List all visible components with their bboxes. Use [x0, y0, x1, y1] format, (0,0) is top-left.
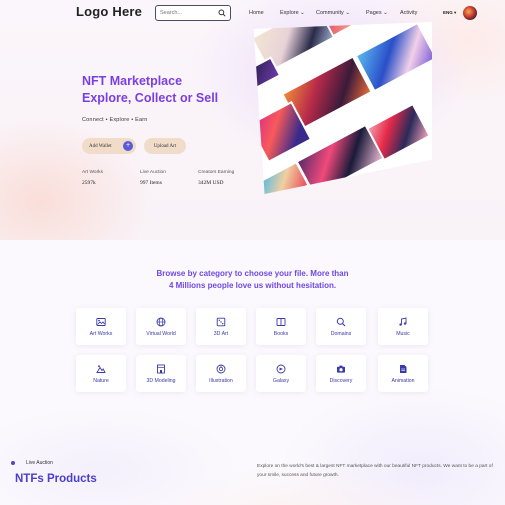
camera-icon — [337, 365, 345, 373]
nav-activity[interactable]: Activity — [400, 10, 417, 16]
category-label: 3D Modeling — [146, 377, 176, 384]
nav-community[interactable]: Community ⌄ — [316, 10, 350, 16]
stat-label-artworks: Art Works — [82, 170, 103, 175]
chevron-down-icon: ⌄ — [381, 10, 388, 16]
category-animation[interactable]: Animation — [378, 355, 428, 392]
upload-art-button[interactable]: Upload Art — [144, 138, 186, 154]
galaxy-icon — [276, 364, 286, 373]
avatar[interactable] — [463, 6, 477, 20]
category-galaxy[interactable]: Galaxy — [256, 355, 306, 392]
nav-explore[interactable]: Explore ⌄ — [280, 10, 305, 16]
language-selector[interactable]: ENG ▾ — [443, 10, 456, 16]
building-icon — [157, 364, 165, 373]
category-label: Illustration — [209, 377, 233, 384]
search-icon — [336, 317, 346, 326]
language-label: ENG — [443, 10, 453, 15]
stat-value-auction: 997 Items — [140, 180, 162, 186]
add-wallet-label: Add Wallet — [89, 143, 112, 149]
category-label: 3D Art — [213, 330, 229, 337]
palette-icon — [216, 364, 226, 373]
nav-pages[interactable]: Pages ⌄ — [366, 10, 388, 16]
search-input[interactable] — [160, 10, 220, 16]
nature-icon — [96, 364, 106, 373]
document-icon — [400, 364, 407, 373]
category-nature[interactable]: Nature — [76, 355, 126, 392]
cube-icon — [216, 317, 226, 326]
plus-icon: + — [123, 141, 133, 151]
hero-title: NFT Marketplace Explore, Collect or Sell — [82, 73, 218, 107]
music-icon — [399, 316, 407, 326]
stat-value-artworks: 2597k — [82, 180, 96, 186]
category-discovery[interactable]: Discovery — [316, 355, 366, 392]
stat-label-earning: Creators Earning — [198, 170, 235, 175]
book-icon — [276, 317, 286, 326]
nav-home[interactable]: Home — [249, 10, 264, 16]
stat-label-auction: Live Auction — [140, 170, 166, 175]
category-heading-line1: Browse by category to choose your file. … — [156, 269, 349, 278]
category-3d-modeling[interactable]: 3D Modeling — [136, 355, 186, 392]
globe-icon — [156, 317, 166, 326]
nav-community-label: Community — [316, 10, 344, 16]
category-label: Domains — [330, 330, 352, 337]
category-illustration[interactable]: Illustration — [196, 355, 246, 392]
hero-subtitle: Connect • Explore • Earn — [82, 117, 148, 123]
category-books[interactable]: Books — [256, 308, 306, 345]
category-music[interactable]: Music — [378, 308, 428, 345]
logo[interactable]: Logo Here — [76, 4, 142, 19]
search-icon[interactable] — [218, 9, 226, 17]
stat-value-earning: 342M USD — [198, 180, 224, 186]
chevron-down-icon: ▾ — [452, 10, 457, 15]
category-heading: Browse by category to choose your file. … — [0, 268, 505, 292]
nav-home-label: Home — [249, 10, 264, 16]
hero-title-line2: Explore, Collect or Sell — [82, 91, 219, 105]
category-label: Virtual World — [146, 330, 176, 337]
category-label: Animation — [391, 377, 415, 384]
products-description: Explore on the world's best & largest NF… — [257, 464, 493, 478]
upload-art-label: Upload Art — [153, 143, 177, 149]
nav-explore-label: Explore — [280, 10, 299, 16]
category-label: Nature — [93, 377, 109, 384]
category-label: Music — [396, 330, 410, 337]
search-box[interactable] — [155, 5, 231, 21]
category-label: Art Works — [89, 330, 113, 337]
image-icon — [96, 317, 106, 326]
category-3d-art[interactable]: 3D Art — [196, 308, 246, 345]
nav-activity-label: Activity — [400, 10, 418, 16]
hero-title-line1: NFT Marketplace — [82, 74, 183, 88]
category-art-works[interactable]: Art Works — [76, 308, 126, 345]
category-label: Discovery — [329, 377, 353, 384]
nav-pages-label: Pages — [366, 10, 382, 16]
category-virtual-world[interactable]: Virtual World — [136, 308, 186, 345]
live-indicator-dot — [11, 461, 15, 465]
live-auction-label: Live Auction — [26, 460, 53, 466]
add-wallet-button[interactable]: Add Wallet + — [82, 138, 136, 154]
products-title: NTFs Products — [15, 473, 97, 485]
category-label: Books — [273, 330, 289, 337]
category-domains[interactable]: Domains — [316, 308, 366, 345]
chevron-down-icon: ⌄ — [343, 10, 350, 16]
category-heading-line2: 4 Millions people love us without hesita… — [168, 281, 337, 290]
category-label: Galaxy — [272, 377, 290, 384]
chevron-down-icon: ⌄ — [298, 10, 305, 16]
